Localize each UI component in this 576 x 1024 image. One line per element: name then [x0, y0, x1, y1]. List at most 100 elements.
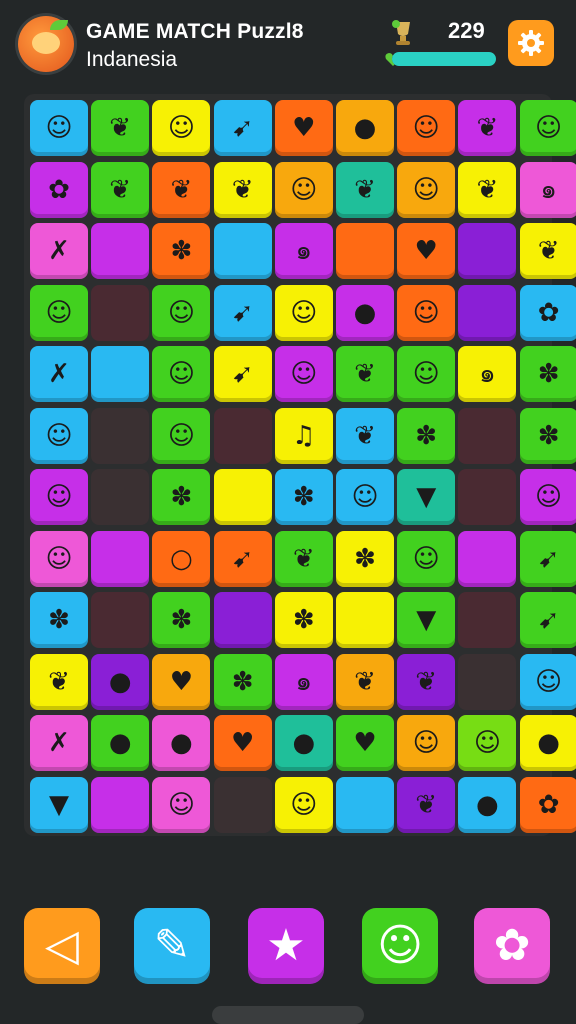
- tile-r2-c8[interactable]: ❦: [458, 161, 517, 218]
- tile-r6-c5[interactable]: ♫: [274, 407, 333, 464]
- tile-r3-c4[interactable]: [213, 223, 272, 279]
- tile-r4-c8[interactable]: [458, 284, 517, 341]
- tile-r2-c3[interactable]: ❦: [152, 161, 211, 218]
- tile-r4-c9[interactable]: ✿: [519, 284, 576, 341]
- tile-r10-c1[interactable]: ❦: [30, 653, 88, 710]
- tile-r8-c6[interactable]: ✽: [336, 530, 394, 587]
- tile-r1-c6[interactable]: ●: [336, 100, 394, 156]
- tile-r1-c5[interactable]: ♥: [274, 100, 333, 156]
- tile-r7-c2[interactable]: [91, 469, 150, 525]
- tile-r7-c3[interactable]: ✽: [152, 469, 211, 525]
- tile-r11-c6[interactable]: ♥: [336, 715, 394, 771]
- tile-r1-c8[interactable]: ❦: [458, 100, 517, 156]
- tile-r6-c9[interactable]: ✽: [519, 407, 576, 464]
- tile-r8-c7[interactable]: ☺: [397, 530, 456, 587]
- tile-r6-c4[interactable]: [213, 407, 272, 464]
- tile-r8-c5[interactable]: ❦: [274, 530, 333, 587]
- tile-r10-c2[interactable]: ●: [91, 653, 150, 710]
- tile-r5-c2[interactable]: [91, 346, 150, 402]
- tile-r12-c1[interactable]: ▼: [30, 776, 88, 833]
- settings-button[interactable]: [508, 20, 554, 66]
- tile-r8-c4[interactable]: ➹: [213, 530, 272, 587]
- tile-r2-c2[interactable]: ❦: [91, 161, 150, 218]
- tile-r6-c8[interactable]: [458, 407, 517, 464]
- tile-r10-c6[interactable]: ❦: [336, 653, 394, 710]
- gear-power-button[interactable]: ✿: [474, 908, 550, 984]
- tile-r7-c9[interactable]: ☺: [519, 469, 576, 525]
- tile-r1-c1[interactable]: ☺: [30, 100, 88, 156]
- tile-r3-c8[interactable]: [458, 223, 517, 279]
- tile-r4-c2[interactable]: [91, 284, 150, 341]
- face-power-button[interactable]: ☺: [362, 908, 438, 984]
- tile-r11-c1[interactable]: ✗: [30, 715, 88, 771]
- tile-r6-c3[interactable]: ☺: [152, 407, 211, 464]
- tile-r10-c7[interactable]: ❦: [397, 653, 456, 710]
- tile-r12-c5[interactable]: ☺: [274, 776, 333, 833]
- tile-r2-c1[interactable]: ✿: [30, 161, 88, 218]
- tile-r11-c9[interactable]: ●: [519, 715, 576, 771]
- tile-r4-c4[interactable]: ➹: [213, 284, 272, 341]
- tile-r6-c1[interactable]: ☺: [30, 407, 88, 464]
- tile-r9-c8[interactable]: [458, 592, 517, 648]
- tile-r3-c7[interactable]: ♥: [397, 223, 456, 279]
- tile-r9-c1[interactable]: ✽: [30, 592, 88, 648]
- tile-r5-c7[interactable]: ☺: [397, 346, 456, 402]
- tile-r4-c7[interactable]: ☺: [397, 284, 456, 341]
- tile-r11-c3[interactable]: ●: [152, 715, 211, 771]
- tile-r10-c4[interactable]: ✽: [213, 653, 272, 710]
- tile-r4-c6[interactable]: ●: [336, 284, 394, 341]
- tile-r12-c7[interactable]: ❦: [397, 776, 456, 833]
- tile-r12-c2[interactable]: [91, 776, 150, 833]
- tile-r9-c4[interactable]: [213, 592, 272, 648]
- tile-r12-c3[interactable]: ☺: [152, 776, 211, 833]
- tile-r5-c5[interactable]: ☺: [274, 346, 333, 402]
- tile-r10-c8[interactable]: [458, 653, 517, 710]
- tile-r1-c4[interactable]: ➹: [213, 100, 272, 156]
- tile-r6-c2[interactable]: [91, 407, 150, 464]
- tile-r3-c3[interactable]: ✽: [152, 223, 211, 279]
- tile-r3-c2[interactable]: [91, 223, 150, 279]
- tile-r9-c6[interactable]: [336, 592, 394, 648]
- tile-r2-c9[interactable]: ๑: [519, 161, 576, 218]
- tile-r11-c5[interactable]: ●: [274, 715, 333, 771]
- tile-r9-c7[interactable]: ▼: [397, 592, 456, 648]
- tile-r2-c5[interactable]: ☺: [274, 161, 333, 218]
- tile-r6-c6[interactable]: ❦: [336, 407, 394, 464]
- tile-r10-c5[interactable]: ๑: [274, 653, 333, 710]
- tile-r8-c1[interactable]: ☺: [30, 530, 88, 587]
- tile-r7-c6[interactable]: ☺: [336, 469, 394, 525]
- tile-r9-c9[interactable]: ➹: [519, 592, 576, 648]
- tile-r11-c8[interactable]: ☺: [458, 715, 517, 771]
- tile-r9-c2[interactable]: [91, 592, 150, 648]
- tile-r11-c2[interactable]: ●: [91, 715, 150, 771]
- tile-r4-c5[interactable]: ☺: [274, 284, 333, 341]
- tile-r5-c4[interactable]: ➹: [213, 346, 272, 402]
- tile-r8-c2[interactable]: [91, 530, 150, 587]
- tile-r12-c9[interactable]: ✿: [519, 776, 576, 833]
- tile-r3-c1[interactable]: ✗: [30, 223, 88, 279]
- tile-r2-c4[interactable]: ❦: [213, 161, 272, 218]
- tile-r7-c7[interactable]: ▼: [397, 469, 456, 525]
- tile-r7-c1[interactable]: ☺: [30, 469, 88, 525]
- arrow-power-button[interactable]: ◁: [24, 908, 100, 984]
- tile-r1-c2[interactable]: ❦: [91, 100, 150, 156]
- tile-r2-c6[interactable]: ❦: [336, 161, 394, 218]
- star-power-button[interactable]: ★: [248, 908, 324, 984]
- tile-r8-c8[interactable]: [458, 530, 517, 587]
- tile-r2-c7[interactable]: ☺: [397, 161, 456, 218]
- tile-r12-c4[interactable]: [213, 776, 272, 833]
- tile-r11-c7[interactable]: ☺: [397, 715, 456, 771]
- tile-r7-c4[interactable]: [213, 469, 272, 525]
- tile-r5-c8[interactable]: ๑: [458, 346, 517, 402]
- pencil-power-button[interactable]: ✎: [134, 908, 210, 984]
- tile-r10-c9[interactable]: ☺: [519, 653, 576, 710]
- tile-r12-c8[interactable]: ●: [458, 776, 517, 833]
- tile-r4-c1[interactable]: ☺: [30, 284, 88, 341]
- tile-r3-c6[interactable]: [336, 223, 394, 279]
- tile-r7-c8[interactable]: [458, 469, 517, 525]
- tile-r1-c7[interactable]: ☺: [397, 100, 456, 156]
- tile-r12-c6[interactable]: [336, 776, 394, 833]
- tile-r5-c3[interactable]: ☺: [152, 346, 211, 402]
- tile-r6-c7[interactable]: ✽: [397, 407, 456, 464]
- tile-r9-c5[interactable]: ✽: [274, 592, 333, 648]
